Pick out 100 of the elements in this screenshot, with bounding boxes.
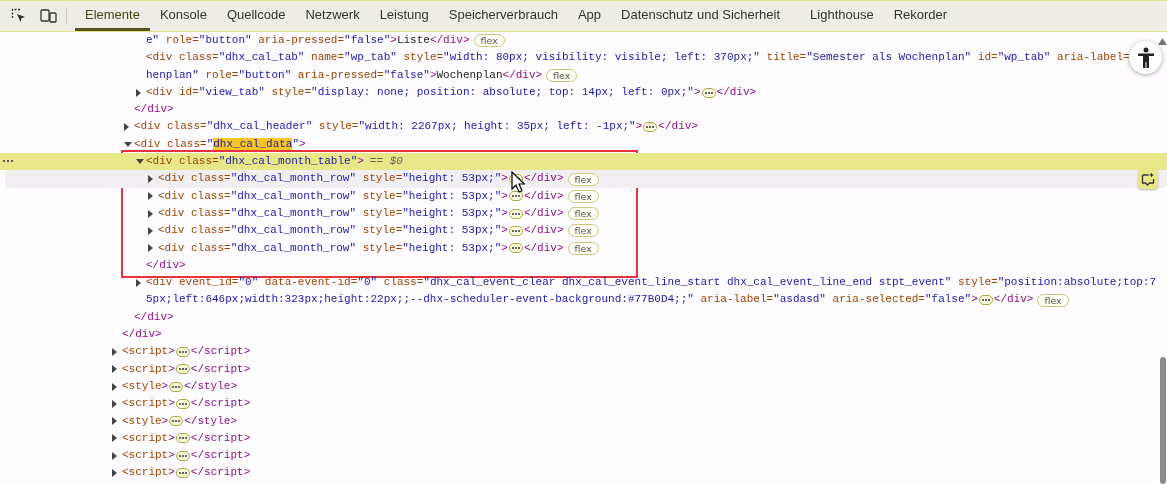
code-line: <div class="dhx_cal_month_row" style="height: 53px;"> <box>158 188 508 204</box>
tree-row[interactable]: <script> </script> <box>0 360 1167 378</box>
closing-tag: </div> <box>134 308 174 327</box>
code-line: <script> <box>122 465 175 481</box>
tree-row[interactable]: <div id="view_tab" style="display: none; position: absolute; top: 14px; left: 0px;"> </div> <box>0 83 1167 102</box>
code-line: <div class="dhx_cal_month_table"> <box>146 154 364 170</box>
closing-tag: </script> <box>190 343 251 361</box>
tree-row[interactable]: <div class="dhx_cal_month_row" style="height: 53px;"> </div> flex <box>0 239 1167 257</box>
panel-tab[interactable]: App <box>567 1 612 31</box>
expand-arrow-icon[interactable] <box>112 469 117 478</box>
expand-ellipsis-button[interactable] <box>508 243 523 254</box>
expand-arrow-icon[interactable] <box>112 348 117 356</box>
expand-ellipsis-button[interactable] <box>175 468 190 479</box>
expand-arrow-icon[interactable] <box>148 244 153 253</box>
code-line: <div event_id="0" data-event-id="0" class="dhx_cal_event_clear dhx_cal_event_line_start dhx_cal_event_line_end stpt_event" style="position:absolute;top:7 <box>146 275 1157 291</box>
panel-tab[interactable]: Leistung <box>369 1 439 31</box>
expand-arrow-icon[interactable] <box>112 399 117 408</box>
tree-row[interactable]: <div class="dhx_cal_tab" name="wp_tab" style="width: 80px; visibility: visible; left: 370px;" title="Semester als Wochenplan" id="wp_tab" aria-label= <box>0 49 1167 67</box>
expand-arrow-icon[interactable] <box>112 382 117 391</box>
code-line: <div class="dhx_cal_month_row" style="height: 53px;"> <box>158 205 508 221</box>
expand-ellipsis-button[interactable] <box>169 416 184 427</box>
expand-arrow-icon[interactable] <box>112 417 117 426</box>
scroll-up-arrow-icon[interactable] <box>1158 38 1167 45</box>
scrollbar-thumb[interactable] <box>1160 357 1166 484</box>
expand-ellipsis-button[interactable] <box>978 295 993 306</box>
layout-badge[interactable]: flex <box>567 172 599 186</box>
layout-badge[interactable]: flex <box>567 224 599 238</box>
code-line: <script> <box>122 344 175 360</box>
selected-row[interactable]: <div class="dhx_cal_month_table"> == $0 <box>0 153 1167 171</box>
code-line: <style> <box>122 378 169 394</box>
closing-tag: </div> <box>523 204 564 223</box>
panel-tab[interactable]: Speicherverbrauch <box>438 1 568 31</box>
tree-row[interactable]: <script> </script> <box>0 395 1167 413</box>
expand-ellipsis-button[interactable] <box>175 433 190 444</box>
expand-ellipsis-button[interactable] <box>508 225 523 236</box>
code-line: henplan" role="button" aria-pressed="false">Wochenplan</div> <box>146 67 543 83</box>
panel-tab[interactable]: Lighthouse <box>800 1 884 31</box>
tree-row[interactable]: <script> </script> <box>0 447 1167 465</box>
tree-row[interactable]: <div class="dhx_cal_data"> <box>0 135 1167 154</box>
expand-arrow-icon[interactable] <box>136 278 141 287</box>
expand-ellipsis-button[interactable] <box>175 398 190 409</box>
expand-arrow-icon[interactable] <box>112 434 117 443</box>
code-line: <div id="view_tab" style="display: none; position: absolute; top: 14px; left: 0px;"> <box>146 84 701 100</box>
closing-tag: </div> <box>523 170 564 188</box>
ai-assistant-icon[interactable] <box>1138 169 1158 189</box>
expand-arrow-icon[interactable] <box>124 123 129 132</box>
closing-tag: </div> <box>146 256 186 275</box>
closing-tag: </div> <box>523 239 564 257</box>
panel-tab[interactable]: Konsole <box>149 1 217 31</box>
closing-tag: </div> <box>523 187 564 205</box>
expand-arrow-icon[interactable] <box>148 192 153 201</box>
tree-row[interactable]: <div event_id="0" data-event-id="0" class="dhx_cal_event_clear dhx_cal_event_line_start dhx_cal_event_line_end stpt_event" style="position:absolute;top:7 <box>0 274 1167 292</box>
expand-arrow-icon[interactable] <box>112 451 117 460</box>
expand-arrow-icon[interactable] <box>148 175 153 183</box>
tree-row[interactable]: <script> </script> <box>0 343 1167 361</box>
code-line: <script> <box>122 448 175 464</box>
panel-tab[interactable]: Rekorder <box>883 1 958 31</box>
expand-arrow-icon[interactable] <box>148 226 153 235</box>
collapse-arrow-icon[interactable] <box>124 141 132 147</box>
code-line: <script> <box>122 396 175 412</box>
tree-row[interactable]: <style> </style> <box>0 412 1167 430</box>
code-line: <div class="dhx_cal_month_row" style="height: 53px;"> <box>158 171 508 187</box>
expand-ellipsis-button[interactable] <box>169 381 184 392</box>
accessibility-icon[interactable] <box>1129 41 1162 74</box>
panel-tab[interactable]: Netzwerk <box>295 1 370 31</box>
code-line: <style> <box>122 413 169 429</box>
panel-tab[interactable]: Quellcode <box>216 1 296 31</box>
code-line: <div class="dhx_cal_month_row" style="height: 53px;"> <box>158 223 508 239</box>
tree-row[interactable]: <script> </script> <box>0 429 1167 448</box>
layout-badge[interactable]: flex <box>567 207 599 221</box>
more-options-icon[interactable] <box>3 160 13 163</box>
expand-arrow-icon[interactable] <box>148 209 153 218</box>
tree-row[interactable]: <div class="dhx_cal_month_row" style="height: 53px;"> </div> flex <box>0 204 1167 223</box>
layout-badge[interactable]: flex <box>567 241 599 255</box>
tree-row[interactable]: <style> </style> <box>0 377 1167 396</box>
layout-badge[interactable]: flex <box>473 34 505 48</box>
expand-arrow-icon[interactable] <box>136 88 141 97</box>
expand-ellipsis-button[interactable] <box>175 450 190 461</box>
tree-row[interactable]: <div class="dhx_cal_month_row" style="height: 53px;"> </div> flex <box>0 222 1167 240</box>
expand-ellipsis-button[interactable] <box>701 87 716 98</box>
expand-ellipsis-button[interactable] <box>175 347 190 357</box>
expand-ellipsis-button[interactable] <box>508 208 523 219</box>
expand-ellipsis-button[interactable] <box>175 364 190 375</box>
tree-row[interactable]: <div class="dhx_cal_month_row" style="height: 53px;"> </div> flex <box>0 187 1167 205</box>
layout-badge[interactable]: flex <box>567 189 599 203</box>
tree-row[interactable]: <div class="dhx_cal_header" style="width: 2267px; height: 35px; left: -1px;"> </div> <box>0 118 1167 136</box>
expand-arrow-icon[interactable] <box>112 365 117 374</box>
panel-tab[interactable]: Elemente <box>75 1 150 31</box>
layout-badge[interactable]: flex <box>546 68 578 82</box>
closing-tag: </div> <box>134 101 174 119</box>
hovered-row[interactable]: <div class="dhx_cal_month_row" style="height: 53px;"> </div> flex <box>5 170 1167 188</box>
panel-tab[interactable]: Datenschutz und Sicherheit <box>611 1 791 31</box>
closing-tag: </script> <box>190 395 251 413</box>
closing-tag: </div> <box>658 118 698 136</box>
expand-ellipsis-button[interactable] <box>643 122 658 133</box>
collapse-arrow-icon[interactable] <box>136 159 144 165</box>
tree-row[interactable]: e" role="button" aria-pressed="false">Liste</div> flex <box>0 32 1167 50</box>
layout-badge[interactable]: flex <box>1037 293 1069 307</box>
code-line: e" role="button" aria-pressed="false">Liste</div> <box>146 33 470 48</box>
tree-row[interactable]: <script> </script> <box>0 464 1167 482</box>
